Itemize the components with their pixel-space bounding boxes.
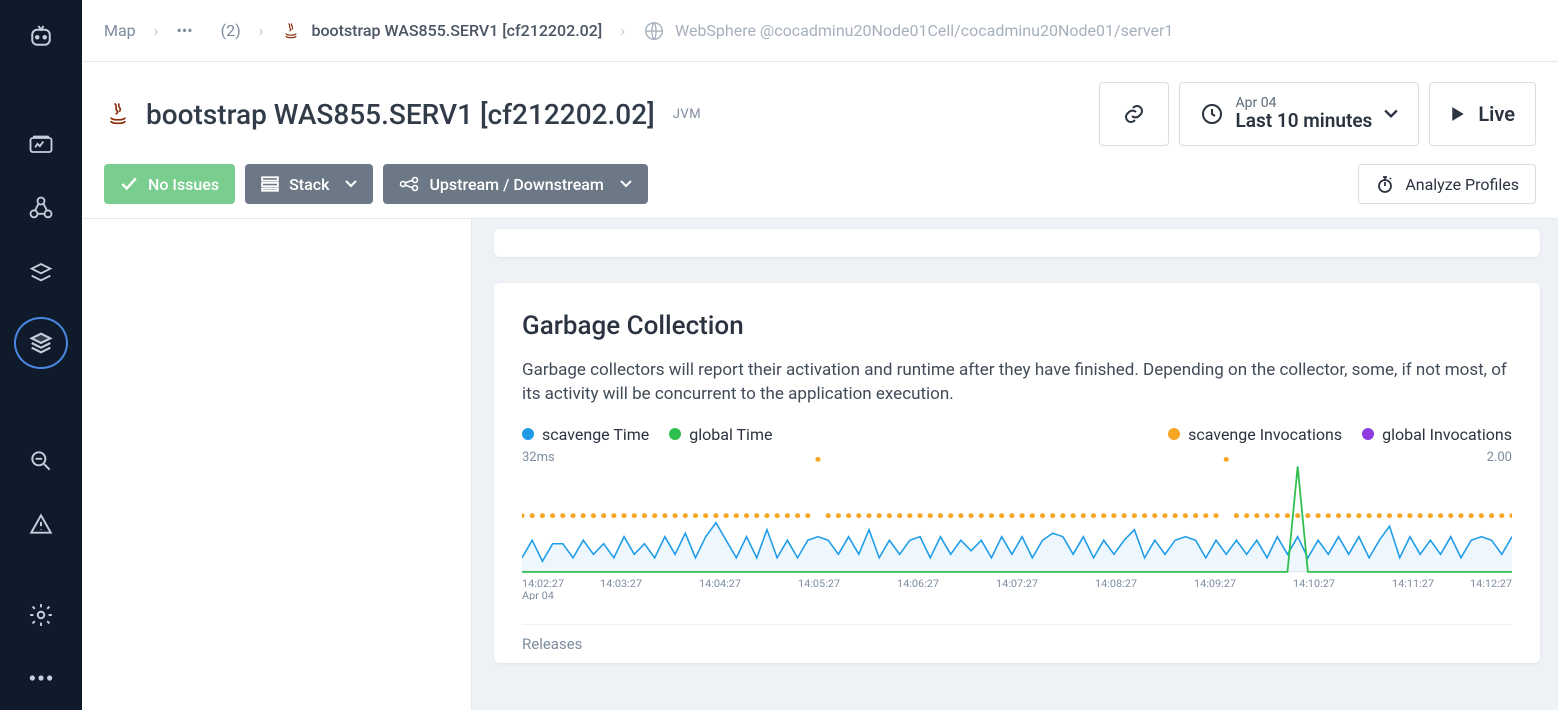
breadcrumb-item[interactable]: bootstrap WAS855.SERV1 [cf212202.02] xyxy=(281,20,602,42)
legend-dot-purple xyxy=(1362,428,1374,440)
svg-text:14:08:27: 14:08:27 xyxy=(1095,577,1137,590)
legend-dot-blue xyxy=(522,428,534,440)
svg-text:14:02:27: 14:02:27 xyxy=(522,577,564,590)
stopwatch-icon xyxy=(1375,174,1395,194)
chevron-right-icon: › xyxy=(259,21,264,40)
main-area: Map › ••• (2) › bootstrap WAS855.SERV1 [… xyxy=(82,0,1558,710)
nav-layers-open-icon[interactable] xyxy=(23,253,59,288)
page-title: bootstrap WAS855.SERV1 [cf212202.02] JVM xyxy=(104,98,701,131)
y-right-max: 2.00 xyxy=(1487,450,1512,465)
analyze-profiles-button[interactable]: Analyze Profiles xyxy=(1358,164,1536,204)
network-icon xyxy=(399,175,419,193)
svg-text:14:05:27: 14:05:27 xyxy=(798,577,840,590)
breadcrumb-server[interactable]: WebSphere @cocadminu20Node01Cell/cocadmi… xyxy=(643,20,1173,42)
gc-title: Garbage Collection xyxy=(522,311,1512,341)
svg-text:14:06:27: 14:06:27 xyxy=(897,577,939,590)
gc-chart-svg: 14:02:27 14:03:27 14:04:27 14:05:27 14:06:27… xyxy=(522,450,1512,600)
svg-text:14:10:27: 14:10:27 xyxy=(1293,577,1335,590)
nav-logo[interactable] xyxy=(23,18,59,53)
svg-text:14:03:27: 14:03:27 xyxy=(600,577,642,590)
gc-chart: 32ms 2.00 14:02:27 14:03:27 14:04:27 14:05:… xyxy=(522,450,1512,620)
left-panel xyxy=(82,219,472,710)
stack-icon xyxy=(261,175,279,193)
breadcrumb-more[interactable]: ••• (2) xyxy=(176,21,240,40)
releases-label: Releases xyxy=(522,624,1512,653)
status-no-issues[interactable]: No Issues xyxy=(104,164,235,204)
chevron-down-icon xyxy=(1384,107,1398,121)
legend-global-invocations[interactable]: global Invocations xyxy=(1362,425,1512,444)
link-icon xyxy=(1122,102,1146,126)
gc-card: Garbage Collection Garbage collectors wi… xyxy=(494,283,1540,663)
y-left-max: 32ms xyxy=(522,450,555,465)
chevron-right-icon: › xyxy=(620,21,625,40)
play-icon xyxy=(1450,106,1466,122)
chevron-right-icon: › xyxy=(154,21,159,40)
java-icon xyxy=(281,20,301,42)
svg-text:14:04:27: 14:04:27 xyxy=(699,577,741,590)
live-button[interactable]: Live xyxy=(1429,82,1536,146)
svg-text:14:12:27: 14:12:27 xyxy=(1470,577,1512,590)
nav-layers-icon[interactable] xyxy=(14,317,68,370)
chevron-down-icon xyxy=(620,180,632,188)
timeframe-button[interactable]: Apr 04 Last 10 minutes xyxy=(1179,82,1420,146)
nav-alert-icon[interactable] xyxy=(23,507,59,542)
nav-more-icon[interactable] xyxy=(23,661,59,696)
previous-card-bottom xyxy=(494,229,1540,257)
legend-dot-orange xyxy=(1168,428,1180,440)
svg-text:14:07:27: 14:07:27 xyxy=(996,577,1038,590)
legend-global-time[interactable]: global Time xyxy=(669,425,772,444)
nav-nodes-icon[interactable] xyxy=(23,190,59,225)
breadcrumb: Map › ••• (2) › bootstrap WAS855.SERV1 [… xyxy=(82,0,1558,62)
page-header: bootstrap WAS855.SERV1 [cf212202.02] JVM… xyxy=(82,62,1558,219)
nav-search-icon[interactable] xyxy=(23,443,59,478)
nav-settings-icon[interactable] xyxy=(23,598,59,633)
check-icon xyxy=(120,175,138,193)
upstream-downstream-button[interactable]: Upstream / Downstream xyxy=(383,164,647,204)
side-nav xyxy=(0,0,82,710)
clock-icon xyxy=(1200,102,1224,126)
svg-text:14:09:27: 14:09:27 xyxy=(1194,577,1236,590)
right-panel: Garbage Collection Garbage collectors wi… xyxy=(472,219,1558,710)
stack-button[interactable]: Stack xyxy=(245,164,373,204)
copy-link-button[interactable] xyxy=(1099,82,1169,146)
legend-scavenge-invocations[interactable]: scavenge Invocations xyxy=(1168,425,1342,444)
breadcrumb-map[interactable]: Map xyxy=(104,21,136,40)
jvm-tag: JVM xyxy=(673,107,701,122)
java-icon xyxy=(104,99,132,129)
globe-icon xyxy=(643,20,665,42)
gc-description: Garbage collectors will report their act… xyxy=(522,359,1512,407)
gc-legend: scavenge Time global Time scavenge Invoc… xyxy=(522,425,1512,444)
chevron-down-icon xyxy=(345,180,357,188)
legend-scavenge-time[interactable]: scavenge Time xyxy=(522,425,649,444)
svg-text:14:11:27: 14:11:27 xyxy=(1392,577,1434,590)
svg-text:Apr 04: Apr 04 xyxy=(522,589,554,600)
legend-dot-green xyxy=(669,428,681,440)
timeframe-range: Last 10 minutes xyxy=(1236,111,1373,132)
ellipsis-icon: ••• xyxy=(176,21,192,40)
nav-dashboard-icon[interactable] xyxy=(23,127,59,162)
